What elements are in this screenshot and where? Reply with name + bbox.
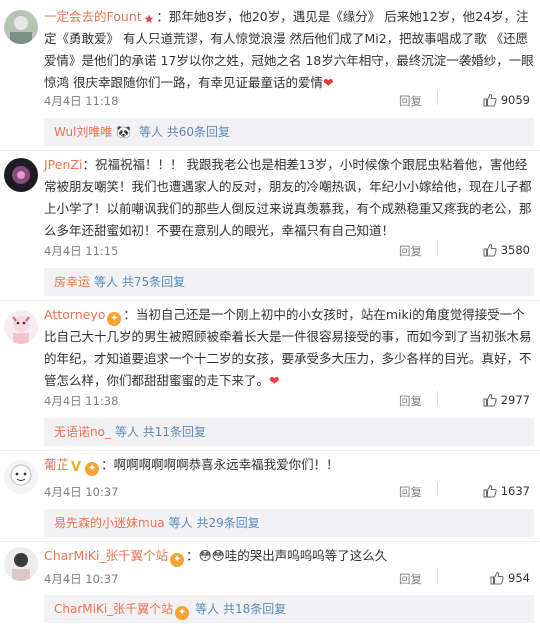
panda-icon: 🐼 xyxy=(112,125,135,139)
divider xyxy=(437,391,438,405)
divider xyxy=(437,569,438,583)
like-count: 9059 xyxy=(500,93,530,107)
sub-reply-username[interactable]: 无语诺no_ xyxy=(54,425,111,439)
divider xyxy=(0,450,540,451)
sub-replies-bar[interactable]: 易先森的小迷妹mua 等人 共29条回复 xyxy=(44,509,534,537)
comment-meta: 4月4日 11:18 回复 9059 xyxy=(44,91,530,111)
divider xyxy=(437,241,438,255)
like-button[interactable]: 2977 xyxy=(483,393,530,407)
divider xyxy=(437,91,438,105)
avatar[interactable] xyxy=(4,460,38,494)
comment-content: ：祝福祝福！！！ 我跟我老公也是相差13岁，小时候像个跟屁虫粘着他，害他经常被朋… xyxy=(44,157,532,238)
like-count: 3580 xyxy=(500,243,530,257)
avatar[interactable] xyxy=(4,158,38,192)
verified-v-icon: V xyxy=(71,460,82,475)
thumbs-up-icon xyxy=(483,243,497,257)
like-count: 1637 xyxy=(500,484,530,498)
like-count: 954 xyxy=(508,571,530,585)
comment-body: 一定会去的Fount ★ ：那年她8岁，他20岁，遇见是《缘分》 后来她12岁，他2… xyxy=(44,6,534,94)
comment-text: 葡芷 V ✦ ：啊啊啊啊啊啊恭喜永远幸福我爱你们！！ xyxy=(44,454,534,476)
avatar[interactable] xyxy=(4,547,38,581)
sub-reply-username[interactable]: 易先森的小迷妹mua xyxy=(54,516,165,530)
avatar[interactable] xyxy=(4,310,38,344)
vip-badge-icon: ✦ xyxy=(85,462,100,476)
divider xyxy=(437,482,438,496)
timestamp: 4月4日 11:18 xyxy=(44,94,119,108)
comment-text: Attorneyo ✦ ：当初自己还是一个刚上初中的小女孩时，站在miki的角度觉得… xyxy=(44,304,534,392)
sub-reply-username[interactable]: CharMiKi_张千翼个站 xyxy=(54,602,173,616)
timestamp: 4月4日 10:37 xyxy=(44,572,119,586)
sub-replies-bar[interactable]: 无语诺no_ 等人 共11条回复 xyxy=(44,418,534,446)
comment-body: JPenZi：祝福祝福！！！ 我跟我老公也是相差13岁，小时候像个跟屁虫粘着他，… xyxy=(44,154,534,242)
username-link[interactable]: JPenZi xyxy=(44,157,82,172)
vip-badge-icon: ✦ xyxy=(107,312,122,326)
avatar[interactable] xyxy=(4,10,38,44)
divider xyxy=(0,541,540,542)
username-link[interactable]: Attorneyo xyxy=(44,307,105,322)
username-link[interactable]: CharMiKi_张千翼个站 xyxy=(44,548,168,563)
comment-text: JPenZi：祝福祝福！！！ 我跟我老公也是相差13岁，小时候像个跟屁虫粘着他，… xyxy=(44,154,534,242)
comment-meta: 4月4日 10:37 回复 1637 xyxy=(44,482,530,502)
thumbs-up-icon xyxy=(483,484,497,498)
comment-text: CharMiKi_张千翼个站 ✦ ：😳😳哇的哭出声呜呜呜等了这么久 xyxy=(44,545,534,567)
reply-button[interactable]: 回复 xyxy=(399,93,422,109)
like-count: 2977 xyxy=(500,393,530,407)
divider xyxy=(0,300,540,301)
heart-emoji-icon: ❤ xyxy=(322,75,334,90)
sub-reply-count[interactable]: 等人 共75条回复 xyxy=(94,275,185,289)
thumbs-up-icon xyxy=(483,93,497,107)
comment-meta: 4月4日 10:37 回复 954 xyxy=(44,569,530,589)
timestamp: 4月4日 11:38 xyxy=(44,394,119,408)
comment-meta: 4月4日 11:15 回复 3580 xyxy=(44,241,530,261)
vip-badge-icon: ✦ xyxy=(175,606,190,620)
divider xyxy=(0,150,540,151)
username-link[interactable]: 一定会去的Fount xyxy=(44,9,142,24)
heart-emoji-icon: ❤ xyxy=(269,373,280,388)
comment-body: Attorneyo ✦ ：当初自己还是一个刚上初中的小女孩时，站在miki的角度觉得… xyxy=(44,304,534,392)
vip-badge-icon: ✦ xyxy=(170,553,185,567)
sub-reply-username[interactable]: 房幸运 xyxy=(54,275,90,289)
reply-button[interactable]: 回复 xyxy=(399,484,422,500)
timestamp: 4月4日 10:37 xyxy=(44,485,119,499)
comment-body: CharMiKi_张千翼个站 ✦ ：😳😳哇的哭出声呜呜呜等了这么久 xyxy=(44,545,534,567)
sub-reply-count[interactable]: 等人 共11条回复 xyxy=(115,425,206,439)
sub-replies-bar[interactable]: Wul刘唯唯 🐼 等人 共60条回复 xyxy=(44,118,534,146)
sub-reply-count[interactable]: 等人 共60条回复 xyxy=(139,125,230,139)
comment-meta: 4月4日 11:38 回复 2977 xyxy=(44,391,530,411)
sub-reply-count[interactable]: 等人 共29条回复 xyxy=(169,516,260,530)
comment-body: 葡芷 V ✦ ：啊啊啊啊啊啊恭喜永远幸福我爱你们！！ xyxy=(44,454,534,476)
sub-reply-username[interactable]: Wul刘唯唯 xyxy=(54,125,112,139)
reply-button[interactable]: 回复 xyxy=(399,571,422,587)
like-button[interactable]: 3580 xyxy=(483,243,530,257)
sub-replies-bar[interactable]: CharMiKi_张千翼个站 ✦ 等人 共18条回复 xyxy=(44,595,534,623)
username-link[interactable]: 葡芷 xyxy=(44,457,69,472)
timestamp: 4月4日 11:15 xyxy=(44,244,119,258)
sub-replies-bar[interactable]: 房幸运 等人 共75条回复 xyxy=(44,268,534,296)
reply-button[interactable]: 回复 xyxy=(399,243,422,259)
sub-reply-count[interactable]: 等人 共18条回复 xyxy=(195,602,286,616)
thumbs-up-icon xyxy=(490,571,504,585)
reply-button[interactable]: 回复 xyxy=(399,393,422,409)
like-button[interactable]: 9059 xyxy=(483,93,530,107)
comment-text: 一定会去的Fount ★ ：那年她8岁，他20岁，遇见是《缘分》 后来她12岁，他2… xyxy=(44,6,534,94)
like-button[interactable]: 954 xyxy=(490,571,530,585)
like-button[interactable]: 1637 xyxy=(483,484,530,498)
thumbs-up-icon xyxy=(483,393,497,407)
star-badge-icon: ★ xyxy=(143,12,155,26)
comment-content: ：啊啊啊啊啊啊恭喜永远幸福我爱你们！！ xyxy=(101,457,339,472)
comment-content: ：😳😳哇的哭出声呜呜呜等了这么久 xyxy=(186,548,388,563)
